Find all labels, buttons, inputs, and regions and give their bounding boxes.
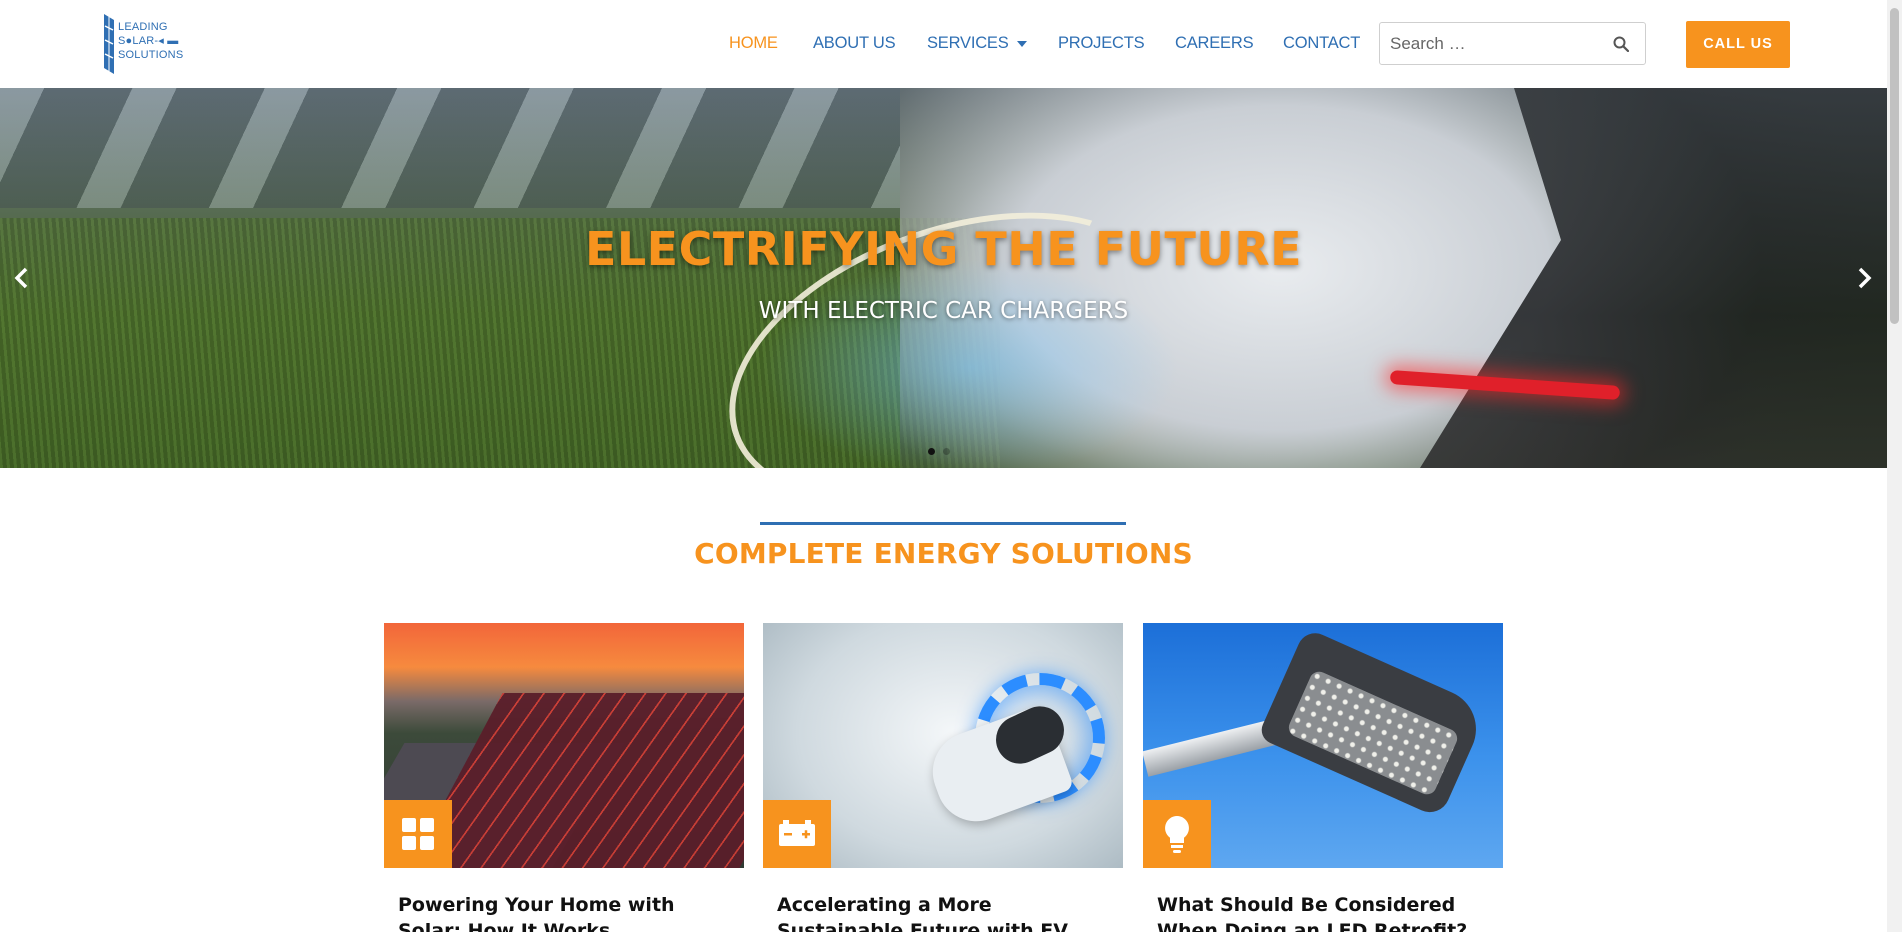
page-scrollbar[interactable] <box>1887 0 1902 932</box>
service-card-solar[interactable]: Powering Your Home with Solar: How It Wo… <box>384 623 744 932</box>
nav-contact[interactable]: CONTACT <box>1283 34 1360 53</box>
hero-subtitle: WITH ELECTRIC CAR CHARGERS <box>758 298 1129 324</box>
scrollbar-thumb[interactable] <box>1890 8 1899 324</box>
card-title[interactable]: Accelerating a More Sustainable Future w… <box>777 892 1117 932</box>
nav-about-us[interactable]: ABOUT US <box>813 34 896 53</box>
lightbulb-icon <box>1143 800 1211 868</box>
call-us-button[interactable]: CALL US <box>1686 21 1790 68</box>
nav-projects[interactable]: PROJECTS <box>1058 34 1145 53</box>
hero-title: ELECTRIFYING THE FUTURE <box>584 222 1303 276</box>
service-card-led[interactable]: What Should Be Considered When Doing an … <box>1143 623 1503 932</box>
nav-services[interactable]: SERVICES <box>927 34 1027 53</box>
card-image-led-streetlight[interactable] <box>1143 623 1503 868</box>
search-input[interactable] <box>1380 23 1600 64</box>
site-logo[interactable]: LEADING S●LAR-◂ ▬ SOLUTIONS <box>102 12 192 76</box>
search-box <box>1379 22 1646 65</box>
section-divider <box>760 522 1126 525</box>
nav-home[interactable]: HOME <box>729 34 778 53</box>
chevron-left-icon[interactable] <box>10 264 34 292</box>
card-title[interactable]: What Should Be Considered When Doing an … <box>1157 892 1497 932</box>
hero-slider: ELECTRIFYING THE FUTURE WITH ELECTRIC CA… <box>0 88 1887 468</box>
search-icon[interactable] <box>1613 36 1629 52</box>
chevron-down-icon <box>1016 40 1027 47</box>
chevron-right-icon[interactable] <box>1852 264 1876 292</box>
section-title: COMPLETE ENERGY SOLUTIONS <box>694 537 1193 570</box>
logo-line-2: S●LAR-◂ ▬ <box>118 35 179 47</box>
page: LEADING S●LAR-◂ ▬ SOLUTIONS HOME ABOUT U… <box>0 0 1902 932</box>
solar-panel-icon <box>384 800 452 868</box>
logo-text: LEADING S●LAR-◂ ▬ SOLUTIONS <box>118 20 183 62</box>
card-image-ev-charger[interactable] <box>763 623 1123 868</box>
hero-background-solar-panels <box>0 88 900 208</box>
nav-services-label: SERVICES <box>927 34 1009 52</box>
card-title[interactable]: Powering Your Home with Solar: How It Wo… <box>398 892 738 932</box>
logo-line-1: LEADING <box>118 21 168 33</box>
card-image-solar-roof[interactable] <box>384 623 744 868</box>
slider-dot-2[interactable] <box>943 448 950 455</box>
slider-dot-1[interactable] <box>928 448 935 455</box>
battery-icon <box>763 800 831 868</box>
service-card-ev[interactable]: Accelerating a More Sustainable Future w… <box>763 623 1123 932</box>
site-header: LEADING S●LAR-◂ ▬ SOLUTIONS HOME ABOUT U… <box>0 0 1887 88</box>
logo-line-3: SOLUTIONS <box>118 49 184 61</box>
nav-careers[interactable]: CAREERS <box>1175 34 1254 53</box>
